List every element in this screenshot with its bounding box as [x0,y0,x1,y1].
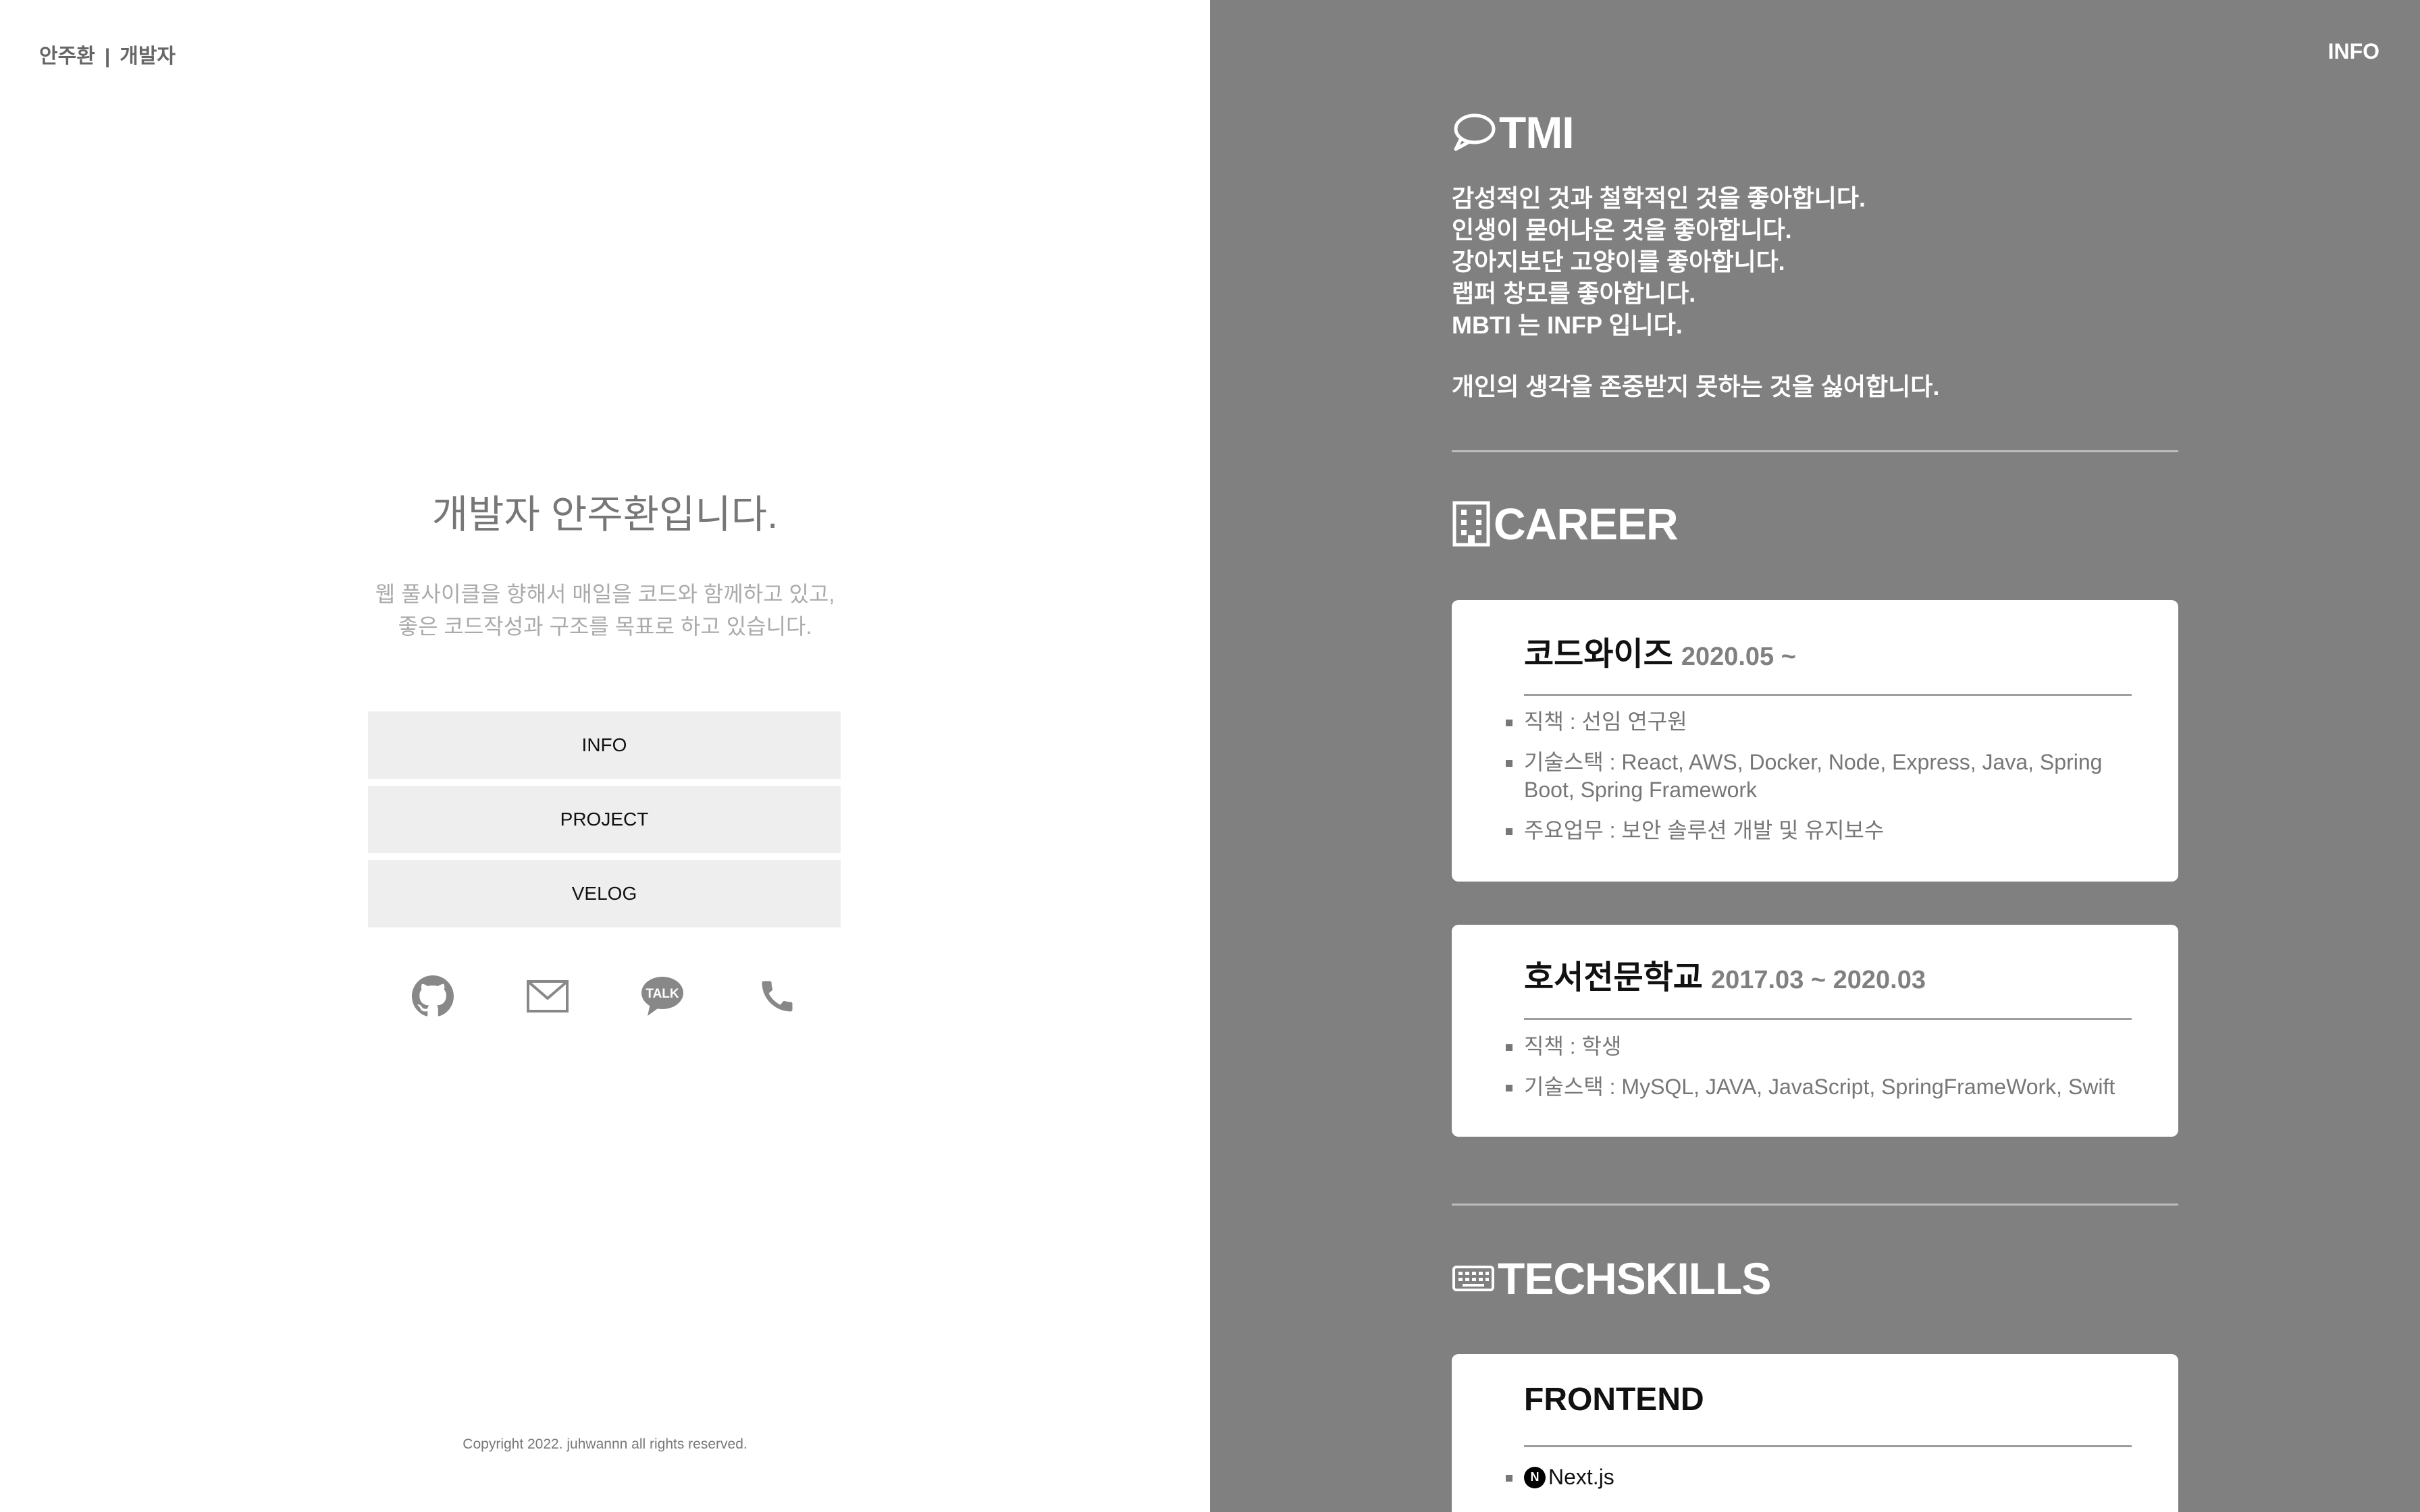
copyright: Copyright 2022. juhwannn all rights rese… [463,1436,747,1452]
tmi-section-title: TMI [1452,107,1575,158]
career-details: 직책 : 선임 연구원 기술스택 : React, AWS, Docker, N… [1506,708,2132,857]
tmi-line: 감성적인 것과 철학적인 것을 좋아합니다. [1452,184,1866,212]
career-detail: 직책 : 학생 [1506,1033,2132,1060]
frontend-card-header: FRONTEND [1524,1381,1704,1418]
phone-link[interactable] [753,972,801,1021]
section-divider [1452,1204,2178,1206]
tmi-line: 강아지보단 고양이를 좋아합니다. [1452,248,1785,275]
hero-title: 개발자 안주환입니다. [431,493,779,537]
career-card-header: 호서전문학교 2017.03 ~ 2020.03 [1524,950,1926,998]
card-divider [1524,1018,2132,1020]
kakaotalk-link[interactable]: TALK [638,972,687,1021]
tmi-text: 감성적인 것과 철학적인 것을 좋아합니다. 인생이 묻어나온 것을 좋아합니다… [1452,182,1939,402]
career-title: CAREER [1494,499,1679,549]
career-period: 2020.05 ~ [1681,643,1796,671]
career-section-title: CAREER [1452,498,1679,549]
info-button[interactable]: INFO [368,711,841,779]
frontend-title: FRONTEND [1524,1382,1704,1418]
tmi-line: 개인의 생각을 존중받지 못하는 것을 싫어합니다. [1452,373,1940,400]
mail-icon [526,979,569,1013]
skill-label: Next.js [1548,1465,1614,1489]
tmi-line: MBTI 는 INFP 입니다. [1452,311,1683,339]
building-icon [1452,500,1491,547]
tmi-line: 인생이 묻어나온 것을 좋아합니다. [1452,216,1792,244]
tmi-title: TMI [1499,107,1575,157]
brand-name: 안주환 [39,45,95,68]
card-divider [1524,694,2132,696]
card-divider [1524,1445,2132,1447]
career-detail: 기술스택 : React, AWS, Docker, Node, Express… [1506,749,2132,804]
nextjs-icon: N [1524,1466,1546,1488]
tmi-line: 랩퍼 창모를 좋아합니다. [1452,279,1696,307]
hero-description: 웹 풀사이클을 향해서 매일을 코드와 함께하고 있고, 좋은 코드작성과 구조… [0,578,1210,643]
hero-desc-line-2: 좋은 코드작성과 구조를 목표로 하고 있습니다. [398,614,812,639]
left-panel: 안주환 | 개발자 개발자 안주환입니다. 웹 풀사이클을 향해서 매일을 코드와 … [0,0,1210,1512]
right-panel: INFO TMI 감성적인 것과 철학적인 것을 좋아합니다. 인생이 묻어나온… [1210,0,2420,1512]
skill-item: N Next.js [1506,1463,2132,1491]
github-icon [412,975,454,1017]
velog-button[interactable]: VELOG [368,860,841,927]
techskills-title: TECHSKILLS [1498,1253,1771,1303]
nav-info-link[interactable]: INFO [2328,39,2379,64]
techskills-section-title: TECHSKILLS [1452,1253,1771,1304]
frontend-card: FRONTEND N Next.js [1452,1354,2178,1512]
section-divider [1452,450,2178,452]
brand-separator: | [104,45,111,68]
career-detail: 주요업무 : 보안 솔루션 개발 및 유지보수 [1506,817,2132,844]
career-detail: 직책 : 선임 연구원 [1506,708,2132,736]
career-company: 호서전문학교 [1524,960,1703,996]
kakaotalk-icon: TALK [640,975,685,1017]
career-company: 코드와이즈 [1524,637,1673,672]
speech-bubble-icon [1452,111,1496,153]
career-card-codewise: 코드와이즈 2020.05 ~ 직책 : 선임 연구원 기술스택 : React… [1452,600,2178,882]
keyboard-icon [1452,1265,1495,1292]
career-period: 2017.03 ~ 2020.03 [1710,966,1926,994]
career-details: 직책 : 학생 기술스택 : MySQL, JAVA, JavaScript, … [1506,1033,2132,1114]
phone-icon [757,976,797,1017]
career-detail: 기술스택 : MySQL, JAVA, JavaScript, SpringFr… [1506,1073,2132,1101]
github-link[interactable] [409,972,457,1021]
mail-link[interactable] [523,972,572,1021]
project-button[interactable]: PROJECT [368,786,841,853]
brand: 안주환 | 개발자 [39,39,176,69]
frontend-skill-list: N Next.js [1506,1463,2132,1504]
career-card-hoseo: 호서전문학교 2017.03 ~ 2020.03 직책 : 학생 기술스택 : … [1452,925,2178,1137]
tmi-spacer [1452,341,1939,371]
hero-desc-line-1: 웹 풀사이클을 향해서 매일을 코드와 함께하고 있고, [375,582,835,606]
kakaotalk-icon-text: TALK [646,987,679,1001]
brand-role: 개발자 [120,45,176,68]
career-card-header: 코드와이즈 2020.05 ~ [1524,627,1796,674]
